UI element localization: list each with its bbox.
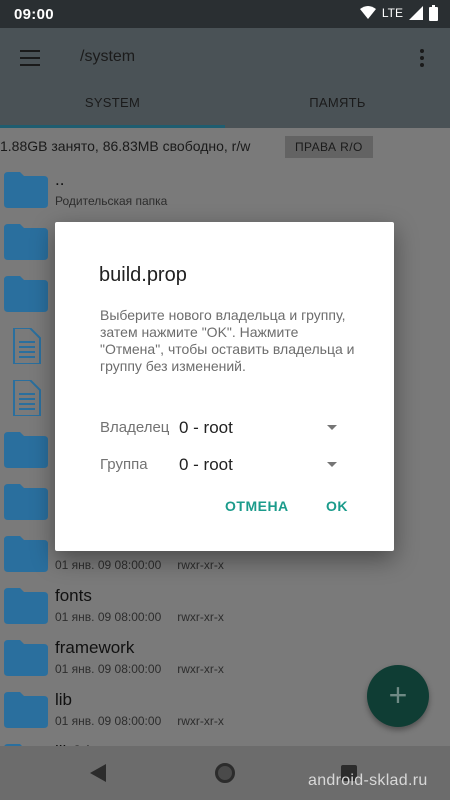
group-field: Группа 0 - root bbox=[100, 451, 350, 479]
list-item[interactable]: fonts 01 янв. 09 08:00:00 rwxr-xr-x bbox=[0, 580, 450, 632]
add-button[interactable]: + bbox=[367, 665, 429, 727]
folder-icon bbox=[4, 588, 48, 624]
app-bar: /system bbox=[0, 28, 450, 88]
menu-button[interactable] bbox=[18, 46, 42, 70]
file-meta: 01 янв. 09 08:00:00 rwxr-xr-x bbox=[55, 610, 224, 624]
owner-value: 0 - root bbox=[179, 418, 233, 437]
folder-icon bbox=[4, 224, 48, 260]
list-item[interactable]: lib64 bbox=[0, 736, 450, 746]
file-date: 01 янв. 09 08:00:00 bbox=[55, 714, 162, 728]
folder-icon bbox=[4, 172, 48, 208]
watermark: android-sklad.ru bbox=[308, 772, 428, 789]
mount-ro-button[interactable]: ПРАВА R/O bbox=[285, 136, 373, 158]
file-name: framework bbox=[55, 638, 135, 657]
group-value: 0 - root bbox=[179, 455, 233, 474]
group-label: Группа bbox=[100, 456, 148, 473]
storage-info-bar: 1.88GB занято, 86.83MB свободно, r/w ПРА… bbox=[0, 128, 450, 164]
file-permissions: rwxr-xr-x bbox=[177, 610, 224, 624]
folder-icon bbox=[4, 536, 48, 572]
folder-icon bbox=[4, 484, 48, 520]
more-dot bbox=[420, 63, 424, 67]
file-meta: 01 янв. 09 08:00:00 rwxr-xr-x bbox=[55, 662, 224, 676]
network-type: LTE bbox=[381, 6, 403, 20]
document-icon bbox=[13, 328, 41, 364]
dialog-message: Выберите нового владельца и группу, зате… bbox=[100, 307, 355, 374]
more-vert-icon bbox=[420, 49, 424, 53]
status-icons: LTE bbox=[359, 5, 438, 21]
file-name: .. bbox=[55, 170, 65, 189]
more-options-button[interactable] bbox=[410, 46, 434, 70]
page-title: /system bbox=[80, 48, 136, 65]
battery-icon bbox=[429, 5, 438, 21]
status-time: 09:00 bbox=[14, 6, 54, 23]
plus-icon: + bbox=[388, 677, 408, 713]
owner-label: Владелец bbox=[100, 419, 170, 436]
hamburger-icon bbox=[20, 50, 40, 52]
signal-icon bbox=[409, 6, 423, 20]
owner-select[interactable]: 0 - root bbox=[179, 414, 337, 442]
back-icon[interactable] bbox=[90, 764, 106, 782]
hamburger-line bbox=[20, 64, 40, 66]
file-meta: Родительская папка bbox=[55, 194, 167, 208]
file-permissions: rwxr-xr-x bbox=[177, 714, 224, 728]
group-select[interactable]: 0 - root bbox=[179, 451, 337, 479]
wifi-icon bbox=[359, 6, 376, 19]
file-date: 01 янв. 09 08:00:00 bbox=[55, 558, 162, 572]
file-permissions: rwxr-xr-x bbox=[177, 662, 224, 676]
dropdown-arrow-icon bbox=[327, 462, 337, 467]
file-name: lib bbox=[55, 690, 73, 709]
folder-icon bbox=[4, 276, 48, 312]
dialog-title: build.prop bbox=[99, 264, 187, 286]
change-owner-dialog: build.prop Выберите нового владельца и г… bbox=[55, 222, 394, 551]
storage-info-text: 1.88GB занято, 86.83MB свободно, r/w bbox=[0, 138, 251, 154]
file-name: fonts bbox=[55, 586, 92, 605]
hamburger-line bbox=[20, 57, 40, 59]
folder-icon bbox=[4, 640, 48, 676]
owner-field: Владелец 0 - root bbox=[100, 414, 350, 442]
file-permissions: rwxr-xr-x bbox=[177, 558, 224, 572]
file-date: 01 янв. 09 08:00:00 bbox=[55, 610, 162, 624]
document-icon bbox=[13, 380, 41, 416]
dropdown-arrow-icon bbox=[327, 425, 337, 430]
file-meta: 01 янв. 09 08:00:00 rwxr-xr-x bbox=[55, 558, 224, 572]
folder-icon bbox=[4, 692, 48, 728]
file-date: 01 янв. 09 08:00:00 bbox=[55, 662, 162, 676]
status-bar: 09:00 LTE bbox=[0, 0, 450, 28]
tab-storage[interactable]: ПАМЯТЬ bbox=[225, 88, 450, 128]
file-meta: 01 янв. 09 08:00:00 rwxr-xr-x bbox=[55, 714, 224, 728]
tab-system[interactable]: SYSTEM bbox=[0, 88, 225, 128]
home-icon[interactable] bbox=[215, 763, 235, 783]
more-dot bbox=[420, 56, 424, 60]
ok-button[interactable]: OK bbox=[326, 498, 348, 514]
list-item[interactable]: .. Родительская папка bbox=[0, 164, 450, 216]
file-date: Родительская папка bbox=[55, 194, 168, 208]
tab-bar: SYSTEM ПАМЯТЬ bbox=[0, 88, 450, 128]
cancel-button[interactable]: ОТМЕНА bbox=[225, 498, 289, 514]
folder-icon bbox=[4, 432, 48, 468]
